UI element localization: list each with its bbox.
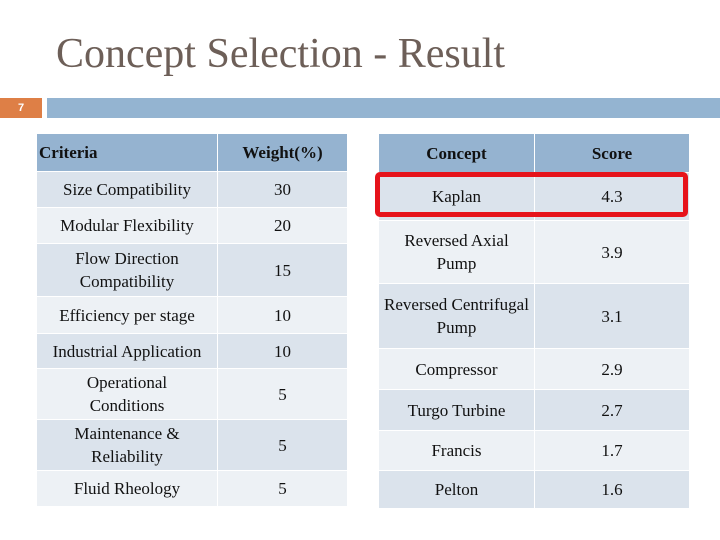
criteria-cell: Modular Flexibility <box>37 208 217 243</box>
concept-cell: Pelton <box>379 471 534 508</box>
concept-cell: Compressor <box>379 349 534 389</box>
score-cell: 4.3 <box>535 173 689 220</box>
weight-cell: 20 <box>218 208 347 243</box>
score-cell: 1.7 <box>535 431 689 470</box>
concept-cell: Kaplan <box>379 173 534 220</box>
slide-number-badge: 7 <box>0 98 42 118</box>
header-score: Score <box>535 134 689 172</box>
header-criteria: Criteria <box>37 134 217 171</box>
weight-cell: 30 <box>218 172 347 207</box>
score-cell: 2.9 <box>535 349 689 389</box>
header-bar <box>47 98 720 118</box>
weight-cell: 10 <box>218 334 347 368</box>
concept-cell: Francis <box>379 431 534 470</box>
weight-cell: 5 <box>218 369 347 419</box>
criteria-cell: Fluid Rheology <box>37 471 217 506</box>
concept-cell: Turgo Turbine <box>379 390 534 430</box>
weight-cell: 5 <box>218 471 347 506</box>
criteria-cell: Flow Direction Compatibility <box>37 244 217 296</box>
concept-cell: Reversed Axial Pump <box>379 221 534 283</box>
header-concept: Concept <box>379 134 534 172</box>
weight-cell: 15 <box>218 244 347 296</box>
weight-cell: 10 <box>218 297 347 333</box>
criteria-cell: Operational Conditions <box>37 369 217 419</box>
criteria-cell: Industrial Application <box>37 334 217 368</box>
score-cell: 2.7 <box>535 390 689 430</box>
criteria-cell: Size Compatibility <box>37 172 217 207</box>
criteria-cell: Maintenance & Reliability <box>37 420 217 470</box>
slide-title: Concept Selection - Result <box>56 31 506 77</box>
weight-cell: 5 <box>218 420 347 470</box>
score-cell: 3.9 <box>535 221 689 283</box>
score-cell: 3.1 <box>535 284 689 348</box>
header-weight: Weight(%) <box>218 134 347 171</box>
criteria-cell: Efficiency per stage <box>37 297 217 333</box>
concept-cell: Reversed Centrifugal Pump <box>379 284 534 348</box>
score-cell: 1.6 <box>535 471 689 508</box>
